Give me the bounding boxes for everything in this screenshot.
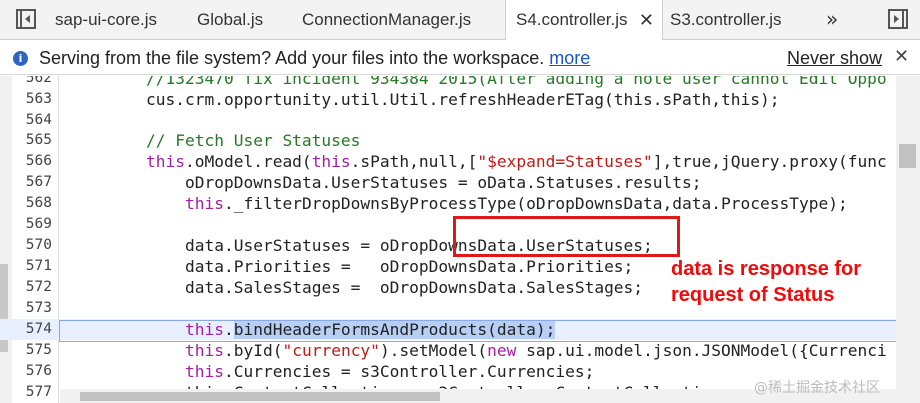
close-infobar-icon[interactable]: ✕: [894, 46, 909, 67]
line-number: 562: [25, 76, 52, 86]
code-line: 567 oDropDownsData.UserStatuses = oData.…: [0, 172, 896, 193]
code-editor[interactable]: 562 //1323470 fix incident 934384 2015(A…: [0, 76, 920, 403]
tab-sap-ui-core[interactable]: sap-ui-core.js: [55, 0, 157, 40]
vertical-scrollbar[interactable]: [896, 76, 920, 403]
code-line: 564: [0, 110, 896, 131]
editor-tab-bar: sap-ui-core.js Global.js ConnectionManag…: [0, 0, 920, 41]
vertical-scroll-thumb[interactable]: [899, 144, 916, 168]
code-comment: // Fetch User Statuses: [146, 131, 361, 150]
code-text: data.SalesStages = oDropDownsData.SalesS…: [185, 278, 644, 297]
watermark: @稀土掘金技术社区: [754, 380, 880, 396]
line-number: 570: [25, 237, 52, 253]
code-text: this.Currencies = s3Controller.Currencie…: [185, 362, 595, 381]
code-text: this.oModel.read(this.sPath,null,["$expa…: [146, 152, 887, 171]
line-number: 568: [25, 195, 52, 211]
workspace-info-bar: i Serving from the file system? Add your…: [0, 40, 920, 75]
info-message: Serving from the file system? Add your f…: [39, 48, 590, 69]
close-tab-icon[interactable]: ✕: [639, 0, 654, 40]
line-number: 564: [25, 112, 52, 128]
code-line: 575 this.byId("currency").setModel(new s…: [0, 340, 896, 361]
more-link[interactable]: more: [549, 48, 590, 68]
tab-label: S4.controller.js: [516, 10, 628, 29]
annotation-text-line2: request of Status: [671, 284, 835, 306]
tab-connection-manager[interactable]: ConnectionManager.js: [302, 0, 471, 40]
code-line: 563 cus.crm.opportunity.util.Util.refres…: [0, 89, 896, 110]
never-show-link[interactable]: Never show: [787, 48, 882, 69]
annotation-text-line1: data is response for: [671, 258, 862, 280]
annotation-highlight-box: [453, 216, 680, 257]
code-text: this._filterDropDownsByProcessType(oDrop…: [185, 194, 848, 213]
current-line-outline: [59, 320, 899, 342]
tab-s3-controller[interactable]: S3.controller.js: [670, 0, 782, 40]
code-text: oDropDownsData.UserStatuses = oData.Stat…: [185, 173, 702, 192]
code-text: cus.crm.opportunity.util.Util.refreshHea…: [146, 90, 780, 109]
line-number: 566: [25, 153, 52, 169]
line-number: 575: [25, 342, 52, 358]
info-message-text: Serving from the file system? Add your f…: [39, 48, 545, 68]
line-number: 563: [25, 91, 52, 107]
code-text: this.byId("currency").setModel(new sap.u…: [185, 341, 887, 360]
code-line: 568 this._filterDropDownsByProcessType(o…: [0, 193, 896, 214]
line-number: 569: [25, 216, 52, 232]
code-line: 569: [0, 214, 896, 235]
code-line: 565 // Fetch User Statuses: [0, 130, 896, 151]
code-text: //1323470 fix incident 934384 2015(After…: [146, 76, 887, 88]
horizontal-scroll-thumb[interactable]: [80, 392, 440, 401]
line-number: 571: [25, 258, 52, 274]
line-number: 574: [25, 321, 52, 337]
toggle-debugger-icon[interactable]: [888, 9, 908, 29]
line-number: 573: [25, 300, 52, 316]
toggle-navigator-icon[interactable]: [16, 9, 36, 29]
line-number: 565: [25, 132, 52, 148]
line-number: 577: [25, 384, 52, 400]
code-line: 566 this.oModel.read(this.sPath,null,["$…: [0, 151, 896, 172]
tab-s4-controller[interactable]: S4.controller.js ✕: [505, 0, 663, 41]
code-line: 562 //1323470 fix incident 934384 2015(A…: [0, 76, 896, 89]
line-number: 576: [25, 363, 52, 379]
code-text: data.Priorities = oDropDownsData.Priorit…: [185, 257, 634, 276]
more-tabs-chevron-icon[interactable]: »: [826, 0, 838, 40]
info-icon: i: [13, 51, 28, 66]
line-number: 567: [25, 174, 52, 190]
code-line: 570 data.UserStatuses = oDropDownsData.U…: [0, 235, 896, 256]
line-number: 572: [25, 279, 52, 295]
tab-global[interactable]: Global.js: [197, 0, 263, 40]
